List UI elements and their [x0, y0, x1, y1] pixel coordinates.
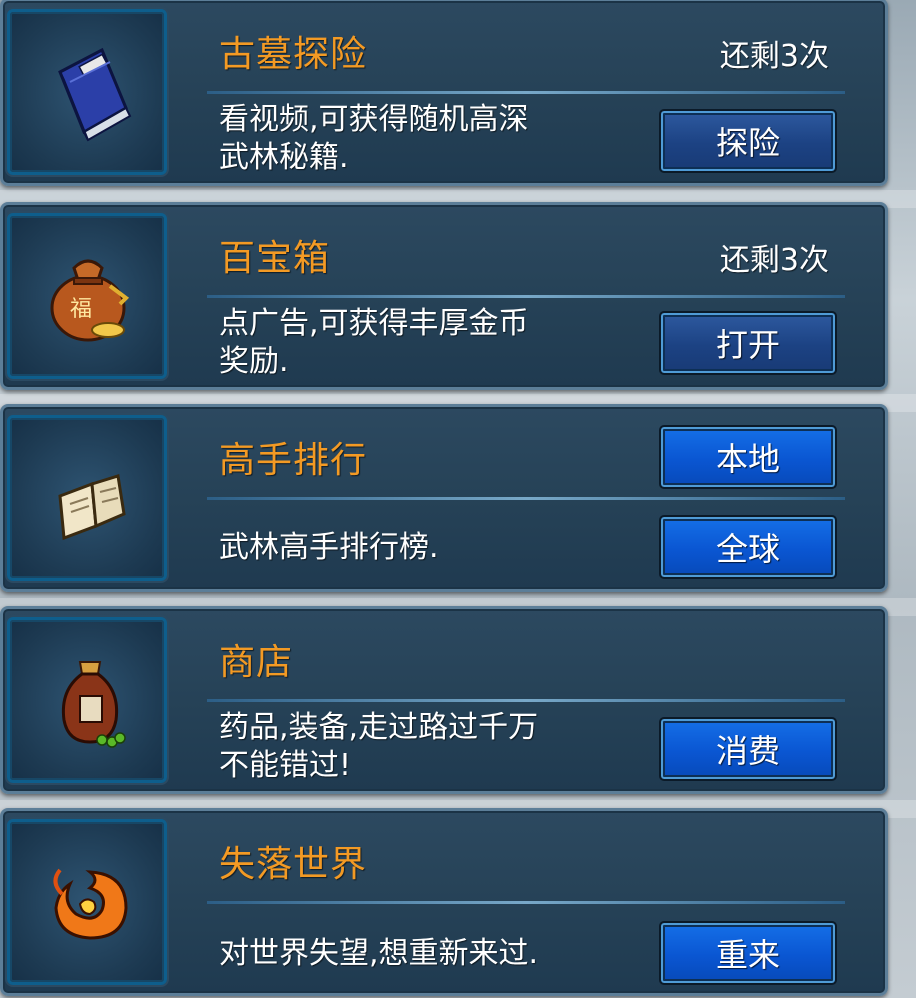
card-title: 百宝箱 [219, 238, 331, 279]
card-title: 高手排行 [219, 440, 368, 481]
description-line: 奖励. [219, 344, 289, 379]
card-description: 点广告,可获得丰厚金币 奖励. [219, 305, 619, 381]
card-description: 对世界失望,想重新来过. [219, 935, 619, 973]
open-button[interactable]: 打开 [659, 311, 837, 375]
card-shop: 商店 药品,装备,走过路过千万 不能错过! 消费 [0, 606, 888, 794]
description-line: 点广告,可获得丰厚金币 [219, 306, 529, 341]
card-treasure-box: 福 百宝箱 还剩3次 点广告,可获得丰厚金币 奖励. 打开 [0, 202, 888, 390]
divider [207, 91, 845, 94]
divider [207, 497, 845, 500]
global-rank-button[interactable]: 全球 [659, 515, 837, 579]
fire-swirl-icon [53, 868, 128, 940]
description-line: 药品,装备,走过路过千万 [219, 710, 539, 745]
card-title: 失落世界 [219, 844, 368, 885]
icon-frame [7, 617, 167, 783]
svg-text:福: 福 [70, 297, 92, 322]
divider [207, 699, 845, 702]
card-ancient-tomb: 古墓探险 还剩3次 看视频,可获得随机高深 武林秘籍. 探险 [0, 0, 888, 186]
card-leaderboard: 高手排行 武林高手排行榜. 本地 全球 [0, 404, 888, 592]
description-line: 武林高手排行榜. [219, 530, 439, 565]
treasure-bag-icon: 福 [50, 259, 130, 342]
icon-frame: 福 [7, 213, 167, 379]
explore-button[interactable]: 探险 [659, 109, 837, 173]
remaining-count: 还剩3次 [719, 243, 829, 278]
divider [207, 295, 845, 298]
card-description: 药品,装备,走过路过千万 不能错过! [219, 709, 619, 785]
description-line: 对世界失望,想重新来过. [219, 936, 539, 971]
open-book-icon [58, 474, 126, 541]
spend-button[interactable]: 消费 [659, 717, 837, 781]
icon-frame [7, 9, 167, 175]
remaining-count: 还剩3次 [719, 39, 829, 74]
description-line: 看视频,可获得随机高深 [219, 102, 529, 137]
description-line: 武林秘籍. [219, 140, 349, 175]
icon-frame [7, 415, 167, 581]
restart-button[interactable]: 重来 [659, 921, 837, 985]
description-line: 不能错过! [219, 748, 352, 783]
card-title: 商店 [219, 642, 294, 683]
divider [207, 901, 845, 904]
card-title: 古墓探险 [219, 34, 368, 75]
book-scroll-icon [58, 47, 132, 142]
potion-jar-icon [61, 661, 126, 748]
card-description: 武林高手排行榜. [219, 529, 619, 567]
card-lost-world: 失落世界 对世界失望,想重新来过. 重来 [0, 808, 888, 996]
icon-frame [7, 819, 167, 985]
card-description: 看视频,可获得随机高深 武林秘籍. [219, 101, 619, 177]
local-rank-button[interactable]: 本地 [659, 425, 837, 489]
